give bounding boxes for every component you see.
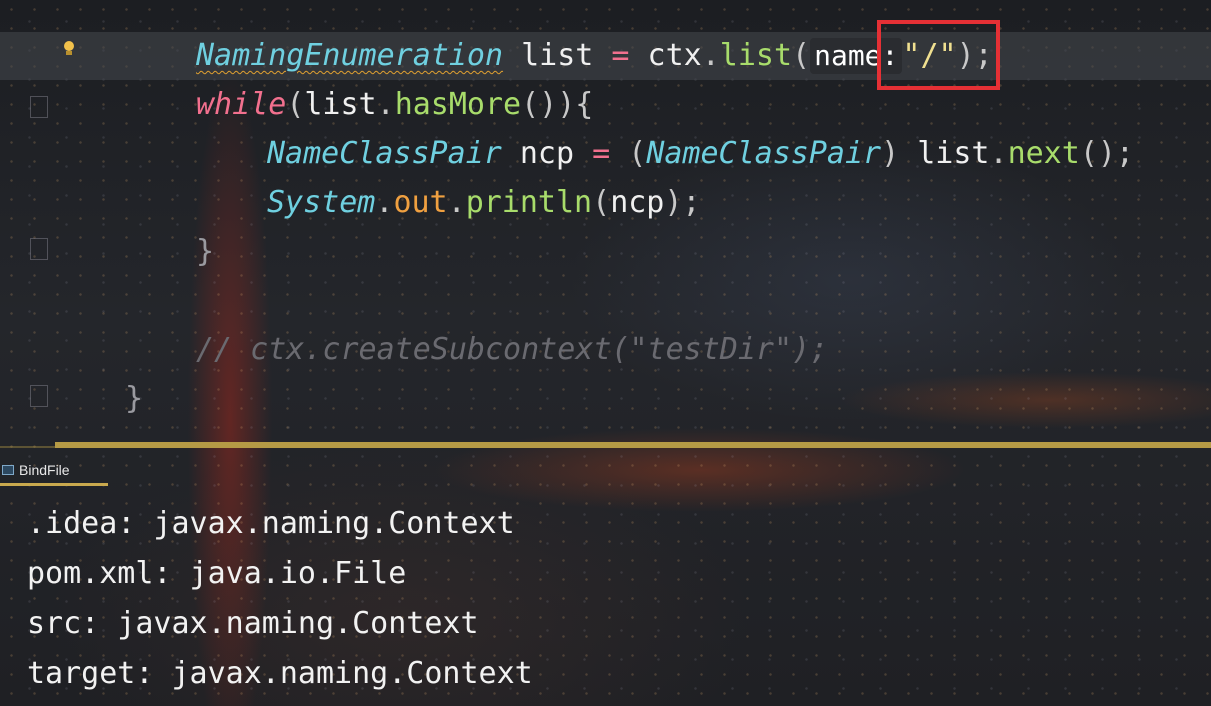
fold-marker-icon[interactable] (30, 96, 48, 118)
console-icon (2, 464, 14, 475)
code-line-7[interactable]: } (125, 377, 143, 421)
comment: // ctx.createSubcontext("testDir"); (196, 332, 829, 367)
console-output[interactable]: .idea: javax.naming.Context pom.xml: jav… (0, 500, 1211, 706)
method-has-more: hasMore (394, 87, 522, 122)
highlight-annotation-box (877, 20, 1000, 90)
panel-splitter[interactable] (55, 442, 1211, 448)
console-line: src: javax.naming.Context (27, 606, 479, 641)
keyword-while: while (196, 87, 287, 122)
tab-label: BindFile (19, 461, 70, 478)
code-editor[interactable]: NamingEnumeration list = ctx.list(name: "… (0, 0, 1211, 455)
lightbulb-icon[interactable] (63, 41, 75, 55)
console-line: target: javax.naming.Context (27, 656, 533, 691)
console-line: .idea: javax.naming.Context (27, 506, 515, 541)
code-line-3[interactable]: NameClassPair ncp = (NameClassPair) list… (267, 132, 1134, 176)
splitter-shadow (0, 446, 55, 448)
console-line: pom.xml: java.io.File (27, 556, 407, 591)
type-naming-enumeration: NamingEnumeration (196, 38, 504, 73)
method-list: list (719, 38, 793, 73)
code-line-4[interactable]: System.out.println(ncp); (267, 181, 701, 225)
run-tool-window-header: BindFile (0, 456, 1211, 486)
tab-bindfile[interactable]: BindFile (0, 456, 108, 486)
code-line-1[interactable]: NamingEnumeration list = ctx.list(name: "… (196, 34, 993, 78)
code-line-5[interactable]: } (196, 230, 214, 274)
code-line-6[interactable]: // ctx.createSubcontext("testDir"); (196, 328, 828, 372)
code-line-2[interactable]: while(list.hasMore()){ (196, 83, 593, 127)
fold-marker-icon[interactable] (30, 385, 48, 407)
fold-marker-icon[interactable] (30, 238, 48, 260)
